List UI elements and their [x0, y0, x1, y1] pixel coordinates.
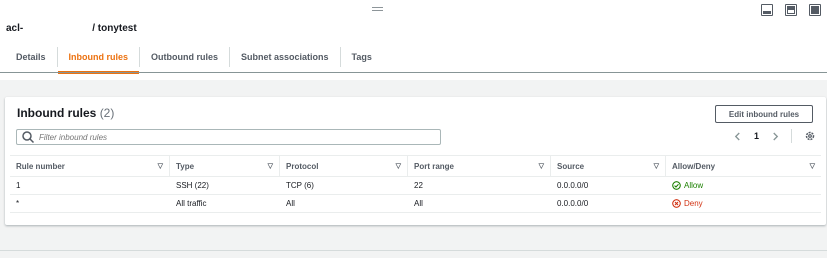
cell-allow-deny: Allow: [666, 177, 821, 194]
cell-source: 0.0.0.0/0: [557, 181, 589, 190]
current-page[interactable]: 1: [754, 131, 759, 141]
search-icon: [21, 130, 35, 144]
chevron-left-icon[interactable]: [734, 132, 742, 140]
sort-icon[interactable]: ▽: [396, 162, 401, 170]
check-circle-icon: [672, 181, 681, 190]
pager-divider: [791, 129, 792, 143]
table-row[interactable]: 1 SSH (22) TCP (6) 22 0.0.0.0/0 Allow: [10, 177, 821, 195]
column-header-allow-deny[interactable]: Allow/Deny ▽: [666, 156, 821, 176]
breadcrumb-suffix: / tonytest: [92, 22, 137, 34]
cell-type: SSH (22): [176, 181, 209, 190]
tab-inbound-rules[interactable]: Inbound rules: [57, 42, 140, 74]
tab-subnet-associations[interactable]: Subnet associations: [230, 42, 340, 72]
layout-side-icon[interactable]: [785, 4, 797, 16]
chevron-right-icon[interactable]: [771, 132, 779, 140]
cell-rule-number: *: [16, 199, 20, 208]
cell-port-range: All: [414, 199, 423, 208]
cell-type: All traffic: [176, 199, 207, 208]
column-header-type[interactable]: Type ▽: [170, 156, 280, 176]
table-header: Rule number ▽ Type ▽ Protocol ▽ Port range ▽…: [10, 155, 821, 177]
breadcrumb: acl- / tonytest: [6, 22, 140, 34]
column-label: Allow/Deny: [672, 161, 716, 171]
column-label: Type: [176, 161, 195, 171]
inbound-rules-panel: Inbound rules (2) Edit inbound rules 1 R…: [5, 97, 826, 225]
column-header-protocol[interactable]: Protocol ▽: [280, 156, 408, 176]
panel-title: Inbound rules (2): [17, 106, 114, 120]
cell-protocol: All: [286, 199, 295, 208]
drag-handle-icon[interactable]: [372, 7, 383, 11]
sort-icon[interactable]: ▽: [654, 162, 659, 170]
cell-allow-deny: Deny: [666, 195, 821, 212]
sort-icon[interactable]: ▽: [268, 162, 273, 170]
cell-protocol: TCP (6): [286, 181, 314, 190]
filter-input[interactable]: [39, 132, 419, 142]
rule-count: (2): [99, 106, 115, 120]
pagination: 1: [734, 129, 816, 143]
layout-full-icon[interactable]: [809, 4, 821, 16]
tab-details[interactable]: Details: [0, 42, 57, 72]
sort-icon[interactable]: ▽: [158, 162, 163, 170]
column-label: Protocol: [286, 161, 319, 171]
rules-table: Rule number ▽ Type ▽ Protocol ▽ Port range ▽…: [10, 155, 821, 213]
top-bar: acl- / tonytest Details Inbound rules Ou…: [0, 0, 827, 80]
status-label: Allow: [684, 181, 704, 190]
column-header-rule-number[interactable]: Rule number ▽: [10, 156, 170, 176]
bottom-divider: [0, 250, 827, 251]
column-label: Port range: [414, 161, 455, 171]
column-header-port-range[interactable]: Port range ▽: [408, 156, 551, 176]
column-label: Rule number: [16, 161, 65, 171]
gear-icon[interactable]: [804, 130, 816, 142]
cell-rule-number: 1: [16, 181, 21, 190]
tab-bar: Details Inbound rules Outbound rules Sub…: [0, 42, 383, 74]
sort-icon[interactable]: ▽: [810, 162, 815, 170]
tabs-underline: [0, 72, 827, 73]
edit-inbound-rules-button[interactable]: Edit inbound rules: [715, 105, 813, 123]
table-row[interactable]: * All traffic All All 0.0.0.0/0 Deny: [10, 195, 821, 213]
x-circle-icon: [672, 199, 681, 208]
status-label: Deny: [684, 199, 703, 208]
panel-title-text: Inbound rules: [17, 106, 97, 120]
filter-box[interactable]: [16, 129, 441, 145]
tab-outbound-rules[interactable]: Outbound rules: [140, 42, 229, 72]
redacted-id: [23, 22, 90, 34]
layout-bottom-icon[interactable]: [761, 4, 773, 16]
layout-controls: [761, 4, 821, 16]
tab-tags[interactable]: Tags: [341, 42, 383, 72]
column-header-source[interactable]: Source ▽: [551, 156, 666, 176]
cell-port-range: 22: [414, 181, 423, 190]
cell-source: 0.0.0.0/0: [557, 199, 589, 208]
sort-icon[interactable]: ▽: [539, 162, 544, 170]
column-label: Source: [557, 161, 585, 171]
deny-status: Deny: [672, 199, 703, 208]
allow-status: Allow: [672, 181, 703, 190]
breadcrumb-prefix: acl-: [6, 22, 24, 34]
